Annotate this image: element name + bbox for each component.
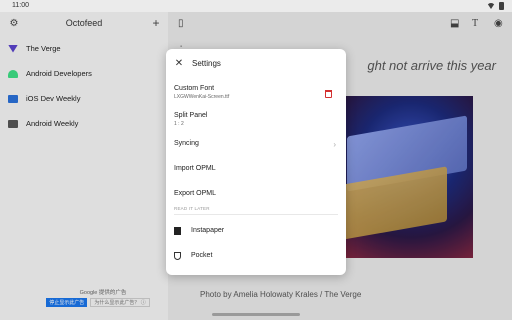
delete-font-icon[interactable]	[325, 90, 332, 98]
dialog-header: ✕ Settings	[166, 49, 346, 77]
read-later-section-label: READ IT LATER	[174, 206, 210, 211]
import-opml-button[interactable]: Import OPML	[166, 161, 346, 186]
export-opml-button[interactable]: Export OPML	[166, 186, 346, 206]
pocket-item[interactable]: Pocket	[166, 243, 346, 268]
instapaper-label: Instapaper	[191, 227, 225, 234]
section-divider	[174, 214, 338, 215]
gesture-bar	[212, 313, 300, 316]
close-icon[interactable]: ✕	[174, 58, 184, 69]
export-opml-label: Export OPML	[174, 190, 217, 197]
split-panel-value: 1 : 2	[174, 121, 184, 127]
dialog-title: Settings	[192, 58, 221, 68]
custom-font-value: LXGWWenKai-Screen.ttf	[174, 94, 230, 100]
syncing-label: Syncing	[174, 140, 199, 147]
syncing-setting[interactable]: Syncing ›	[166, 136, 346, 161]
pocket-icon	[174, 251, 181, 260]
custom-font-setting[interactable]: Custom Font LXGWWenKai-Screen.ttf	[166, 77, 346, 104]
import-opml-label: Import OPML	[174, 165, 216, 172]
instapaper-icon	[174, 226, 181, 235]
split-panel-label: Split Panel	[174, 112, 208, 119]
split-panel-setting[interactable]: Split Panel 1 : 2	[166, 104, 346, 136]
instapaper-item[interactable]: Instapaper	[166, 218, 346, 243]
settings-dialog: ✕ Settings Custom Font LXGWWenKai-Screen…	[166, 49, 346, 275]
pocket-label: Pocket	[191, 252, 213, 259]
custom-font-label: Custom Font	[174, 85, 215, 92]
chevron-right-icon: ›	[333, 140, 336, 149]
